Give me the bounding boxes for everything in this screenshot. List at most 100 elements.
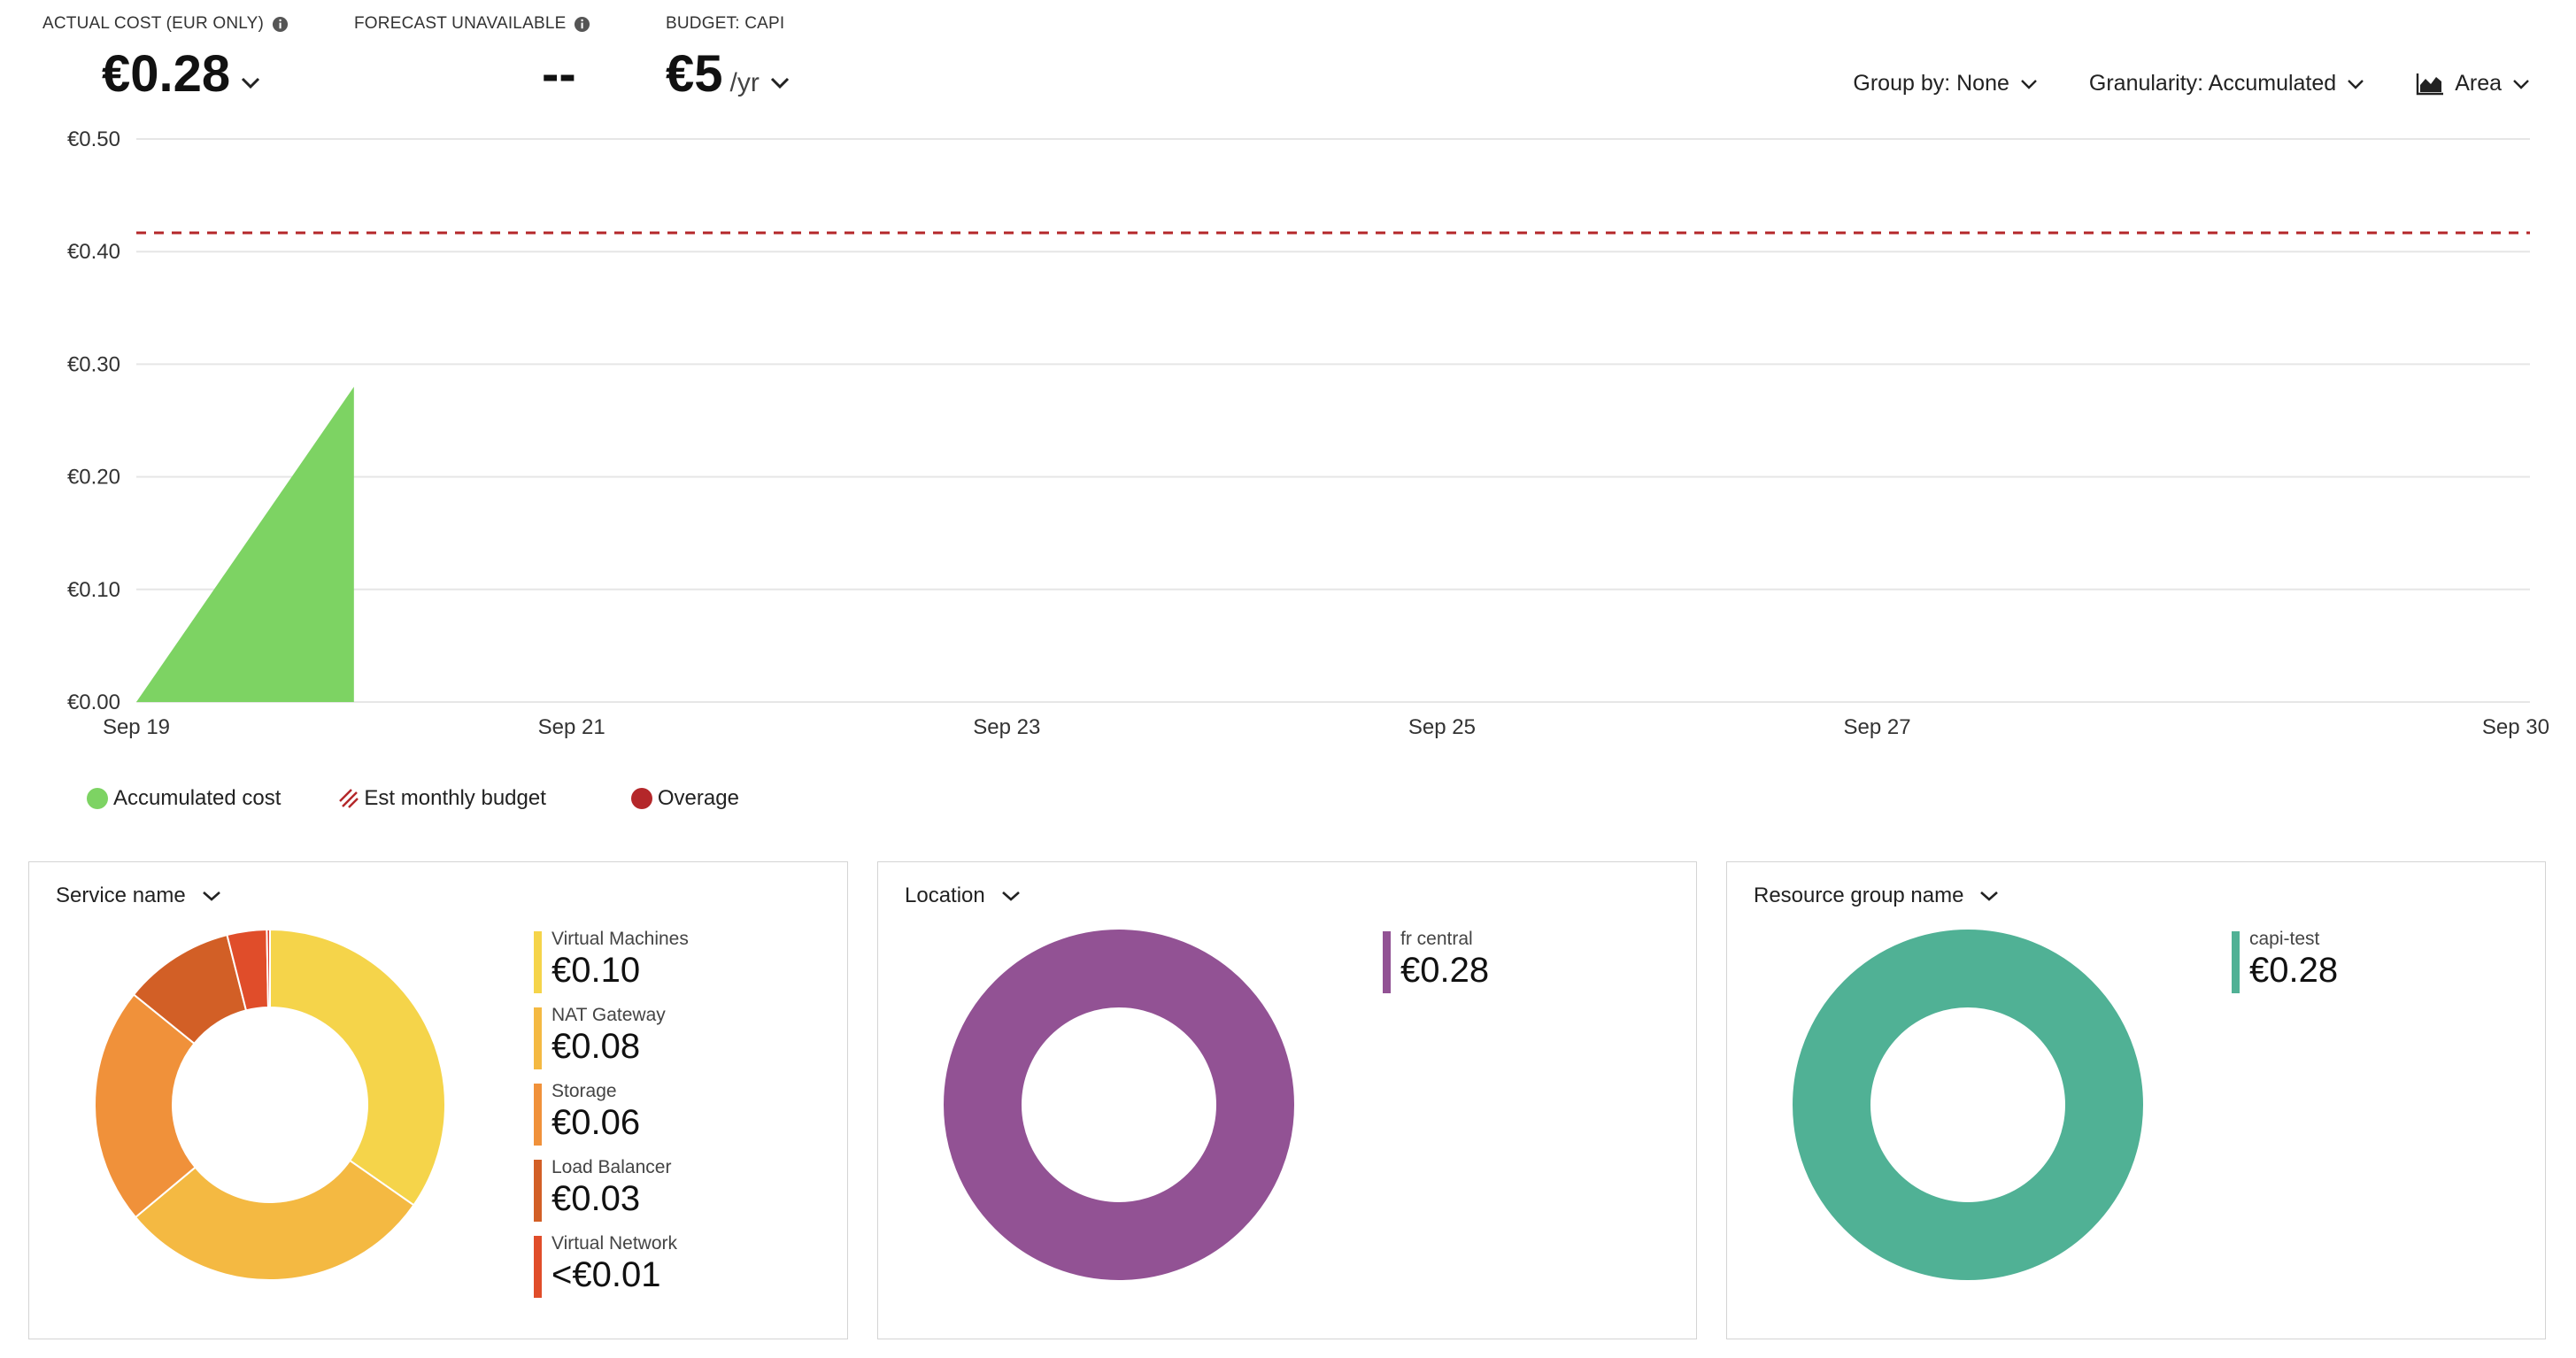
- service-name-title: Service name: [56, 883, 186, 907]
- chevron-down-icon: [2348, 79, 2364, 89]
- legend-color-bar: [2232, 931, 2240, 993]
- granularity-dropdown[interactable]: Granularity: Accumulated: [2089, 71, 2364, 96]
- y-tick-label: €0.20: [67, 466, 120, 490]
- legend-item-value: €0.28: [2249, 951, 2339, 990]
- location-legend: fr central €0.28: [1383, 928, 1648, 1298]
- kpi-forecast-value-row: --: [542, 44, 590, 104]
- chevron-down-icon[interactable]: [768, 73, 791, 91]
- chevron-down-icon: [1001, 891, 1020, 901]
- legend-item-name: Virtual Machines: [551, 929, 689, 949]
- service-name-dropdown[interactable]: Service name: [56, 883, 221, 908]
- group-by-dropdown[interactable]: Group by: None: [1853, 71, 2038, 96]
- kpi-budget-label: BUDGET: CAPI: [666, 14, 785, 33]
- chart-toolbar: Group by: None Granularity: Accumulated …: [1853, 71, 2530, 96]
- resource-group-title: Resource group name: [1754, 883, 1964, 907]
- legend-est-monthly-budget[interactable]: Est monthly budget: [339, 786, 546, 811]
- legend-color-bar: [534, 931, 542, 993]
- location-dropdown[interactable]: Location: [905, 883, 1021, 908]
- donut-slice[interactable]: [266, 928, 271, 1009]
- y-tick-label: €0.50: [67, 127, 120, 151]
- donut-slice[interactable]: [944, 930, 1294, 1280]
- location-donut: [944, 930, 1294, 1280]
- legend-item-value: €0.03: [551, 1179, 641, 1218]
- legend-item-value: €0.28: [1400, 951, 1490, 990]
- y-tick-label: €0.30: [67, 352, 120, 376]
- red-circle-icon: [630, 788, 652, 809]
- legend-item-name: capi-test: [2249, 929, 2320, 949]
- y-tick-label: €0.00: [67, 691, 120, 714]
- legend-overage-label: Overage: [657, 786, 739, 810]
- resource-group-dropdown[interactable]: Resource group name: [1754, 883, 1999, 908]
- legend-color-bar: [534, 1084, 542, 1146]
- kpi-actual-cost-value-row[interactable]: €0.28: [102, 44, 289, 104]
- legend-item-value: €0.08: [551, 1027, 641, 1066]
- x-tick-label: Sep 25: [1408, 715, 1476, 739]
- kpi-actual-cost-label: ACTUAL COST (EUR ONLY): [42, 14, 265, 33]
- legend-item-value: €0.06: [551, 1103, 641, 1142]
- info-icon[interactable]: [272, 16, 289, 33]
- legend-color-bar: [534, 1007, 542, 1069]
- x-tick-label: Sep 23: [973, 715, 1040, 739]
- chevron-down-icon: [1980, 891, 1999, 901]
- x-tick-label: Sep 21: [538, 715, 605, 739]
- legend-item-name: Load Balancer: [551, 1157, 672, 1177]
- legend-accumulated-cost[interactable]: Accumulated cost: [87, 786, 281, 811]
- legend-item[interactable]: Load Balancer €0.03: [534, 1156, 799, 1222]
- chart-legend: Accumulated cost Est monthly budget Over…: [87, 786, 739, 811]
- info-icon[interactable]: [574, 16, 590, 33]
- legend-item[interactable]: fr central €0.28: [1383, 928, 1648, 993]
- accumulated-cost-chart: €0.00 €0.10 €0.20 €0.30 €0.40 €0.50 Sep 19 Sep …: [67, 127, 2549, 739]
- legend-item-name: fr central: [1400, 929, 1473, 949]
- legend-item[interactable]: capi-test €0.28: [2232, 928, 2497, 993]
- y-tick-label: €0.10: [67, 578, 120, 602]
- donut-slice[interactable]: [269, 928, 446, 1207]
- legend-item[interactable]: Virtual Network <€0.01: [534, 1232, 799, 1298]
- hatched-square-icon: [339, 789, 359, 808]
- group-by-label: Group by: None: [1853, 71, 2009, 96]
- legend-color-bar: [1383, 931, 1391, 993]
- legend-item-name: NAT Gateway: [551, 1005, 666, 1025]
- x-tick-label: Sep 27: [1844, 715, 1911, 739]
- x-tick-label: Sep 19: [103, 715, 170, 739]
- kpi-forecast-value: --: [542, 45, 576, 103]
- legend-item[interactable]: Storage €0.06: [534, 1080, 799, 1146]
- chevron-down-icon: [2021, 79, 2037, 89]
- kpi-actual-cost-value: €0.28: [102, 45, 231, 103]
- x-tick-label: Sep 30: [2482, 715, 2549, 739]
- kpi-forecast-label: FORECAST UNAVAILABLE: [354, 14, 567, 33]
- legend-item-value: <€0.01: [551, 1255, 661, 1294]
- granularity-label: Granularity: Accumulated: [2088, 71, 2337, 96]
- legend-overage[interactable]: Overage: [630, 786, 739, 811]
- legend-item-name: Virtual Network: [551, 1233, 677, 1254]
- chevron-down-icon: [2513, 79, 2529, 89]
- legend-item-name: Storage: [551, 1081, 617, 1101]
- legend-color-bar: [534, 1236, 542, 1298]
- chevron-down-icon: [202, 891, 220, 901]
- kpi-budget-value: €5: [666, 45, 723, 103]
- service-name-donut: [94, 928, 446, 1281]
- resource-group-donut: [1793, 930, 2143, 1280]
- chevron-down-icon[interactable]: [239, 73, 262, 91]
- chart-type-dropdown[interactable]: Area: [2416, 71, 2530, 96]
- legend-accumulated-cost-label: Accumulated cost: [113, 786, 282, 810]
- location-panel: Location fr central €0.28: [877, 861, 1697, 1339]
- legend-color-bar: [534, 1160, 542, 1222]
- service-name-legend: Virtual Machines €0.10 NAT Gateway €0.08 Sto…: [534, 928, 799, 1298]
- resource-group-legend: capi-test €0.28: [2232, 928, 2497, 1298]
- legend-est-monthly-budget-label: Est monthly budget: [364, 786, 546, 810]
- legend-item[interactable]: Virtual Machines €0.10: [534, 928, 799, 993]
- y-tick-label: €0.40: [67, 240, 120, 264]
- legend-item[interactable]: NAT Gateway €0.08: [534, 1004, 799, 1069]
- kpi-budget-value-row[interactable]: €5 /yr: [666, 44, 791, 104]
- kpi-forecast: FORECAST UNAVAILABLE --: [354, 14, 590, 104]
- kpi-actual-cost: ACTUAL COST (EUR ONLY) €0.28: [42, 14, 289, 104]
- donut-slice[interactable]: [1793, 930, 2143, 1280]
- legend-item-value: €0.10: [551, 951, 641, 990]
- area-chart-icon: [2416, 73, 2444, 95]
- kpi-budget: BUDGET: CAPI €5 /yr: [666, 14, 791, 104]
- service-name-panel: Service name Virtual Machines €0.10 NAT Ga…: [28, 861, 848, 1339]
- location-title: Location: [905, 883, 985, 907]
- accumulated-cost-area[interactable]: [136, 386, 354, 702]
- kpi-budget-unit: /yr: [729, 68, 760, 97]
- green-circle-icon: [87, 788, 108, 809]
